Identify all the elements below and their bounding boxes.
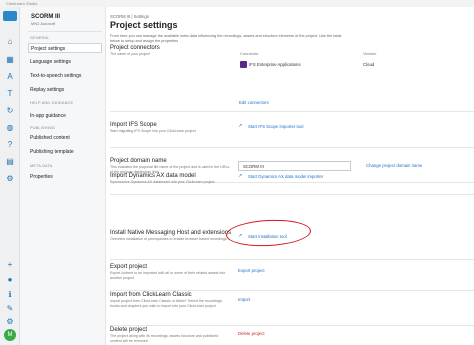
connector-name[interactable]: IFS Enterprise Applications: [249, 62, 301, 67]
home-icon[interactable]: ⌂: [5, 37, 15, 47]
window-titlebar: ClickLearn Studio: [0, 0, 474, 7]
export-desc: Export content to be imported with all o…: [110, 271, 226, 280]
import-classic-desc: Import project from ClickLearn Classic o…: [110, 299, 223, 308]
domain-name-field[interactable]: SCORM III: [238, 161, 351, 171]
native-desc: Overview installation of prerequisites t…: [110, 237, 227, 241]
delete-heading: Delete project: [110, 327, 148, 333]
divider: [110, 147, 474, 148]
domain-heading: Project domain name: [110, 158, 167, 164]
project-title: SCORM III: [31, 14, 61, 20]
settings-bottom-icon[interactable]: ⚙: [5, 317, 15, 327]
connectors-heading: Project connectors: [110, 45, 160, 51]
avatar[interactable]: M: [4, 329, 16, 341]
connector-version: Cloud: [363, 62, 375, 67]
delete-desc: The project along with its recordings, a…: [110, 334, 219, 343]
ifs-scope-heading: Import IFS Scope: [110, 122, 157, 128]
dynamics-link[interactable]: Start Dynamics AX data model importer: [248, 174, 323, 179]
text-icon[interactable]: T: [5, 89, 15, 99]
refresh-icon[interactable]: ↻: [5, 106, 15, 116]
import-link[interactable]: Import: [238, 297, 250, 302]
dynamics-desc: Synchronize Dynamics AX datamodel into y…: [110, 180, 215, 184]
settings-sidebar: SCORM III MN2 Autosoft GENERAL Project s…: [20, 7, 106, 345]
export-heading: Export project: [110, 264, 148, 270]
dynamics-heading: Import Dynamics AX data model: [110, 173, 196, 179]
annotation-circle: [225, 217, 312, 249]
sitemap-icon[interactable]: ▦: [5, 55, 15, 65]
page-title: Project settings: [110, 20, 178, 30]
project-subtitle: MN2 Autosoft: [31, 21, 56, 26]
ifs-scope-link[interactable]: Start IFS Scope importer tool: [248, 124, 303, 129]
section-publishing: PUBLISHING: [30, 126, 55, 130]
divider: [110, 259, 474, 260]
publish-icon[interactable]: ▤: [5, 157, 15, 167]
breadcrumb: SCORM III | Settings: [110, 14, 149, 19]
connectors-desc: The name of your project: [110, 52, 150, 56]
change-domain-link[interactable]: Change project domain name: [366, 163, 422, 168]
delete-project-link[interactable]: Delete project: [238, 331, 265, 336]
sidebar-item-language-settings[interactable]: Language settings: [30, 59, 71, 65]
native-heading: Install Native Messaging Host and extens…: [110, 230, 232, 236]
sidebar-item-tts-settings[interactable]: Text-to-speech settings: [30, 73, 81, 79]
section-general: GENERAL: [30, 36, 50, 40]
col-version: Version: [363, 51, 377, 56]
import-classic-heading: Import from ClickLearn Classic: [110, 292, 192, 298]
sidebar-item-publishing-template[interactable]: Publishing template: [30, 149, 74, 155]
info-icon[interactable]: ℹ: [5, 290, 15, 300]
globe-icon[interactable]: ◍: [5, 123, 15, 133]
col-connector: Connector: [240, 51, 259, 56]
external-link-icon: ↗: [238, 173, 243, 179]
divider: [110, 111, 474, 112]
add-icon[interactable]: +: [5, 260, 15, 270]
external-link-icon: ↗: [238, 123, 243, 129]
section-meta: META DATA: [30, 164, 53, 168]
window-title: ClickLearn Studio: [6, 1, 38, 6]
divider: [28, 31, 102, 32]
sidebar-item-properties[interactable]: Properties: [30, 174, 53, 180]
settings-icon[interactable]: ⚙: [5, 174, 15, 184]
ifs-scope-desc: Start migrating IFS Scope into your Clic…: [110, 129, 196, 133]
page-description: From here you can manage the available m…: [110, 34, 342, 43]
app-rail: ⌂ ▦ A T ↻ ◍ ? ▤ ⚙ + ● ℹ ✎ ⚙ M: [0, 7, 20, 345]
main-content: SCORM III | Settings Project settings Fr…: [106, 7, 474, 345]
language-icon[interactable]: A: [5, 72, 15, 82]
divider: [110, 290, 474, 291]
ifs-connector-icon: [240, 61, 247, 68]
edit-connectors-link[interactable]: Edit connectors: [239, 100, 269, 105]
sidebar-item-published-content[interactable]: Published content: [30, 135, 70, 141]
divider: [110, 194, 474, 195]
record-icon[interactable]: ●: [5, 275, 15, 285]
app-logo: [3, 11, 17, 21]
export-project-link[interactable]: Export project: [238, 268, 265, 273]
sidebar-item-project-settings[interactable]: Project settings: [28, 43, 102, 53]
sidebar-item-in-app-guidance[interactable]: In-app guidance: [30, 113, 66, 119]
section-help: HELP AND GUIDANCE: [30, 101, 74, 105]
edit-icon[interactable]: ✎: [5, 304, 15, 314]
help-icon[interactable]: ?: [5, 140, 15, 150]
sidebar-item-replay-settings[interactable]: Replay settings: [30, 87, 64, 93]
divider: [110, 325, 474, 326]
